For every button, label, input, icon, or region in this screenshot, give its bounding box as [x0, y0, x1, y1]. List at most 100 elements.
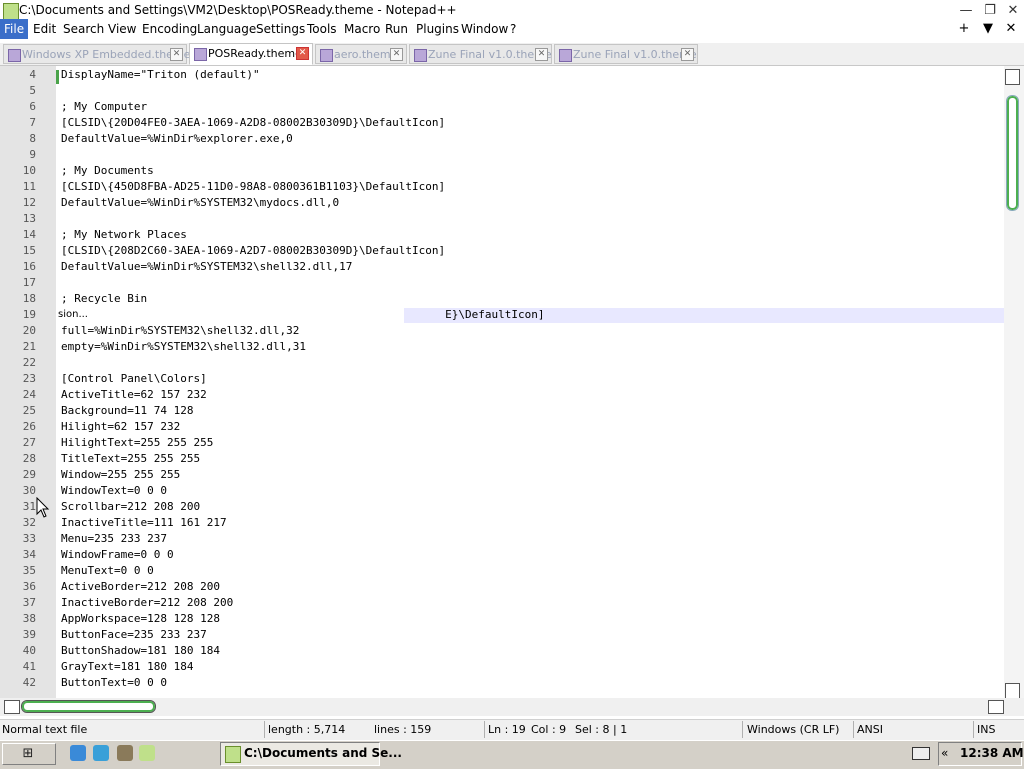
code-line[interactable]: Menu=235 233 237	[61, 532, 167, 545]
tab-windows-xp-embedded[interactable]: Windows XP Embedded.theme ✕	[3, 44, 190, 64]
code-line[interactable]: [CLSID\{208D2C60-3AEA-1069-A2D7-08002B30…	[61, 244, 445, 257]
autocomplete-popup[interactable]: sion...	[56, 308, 404, 323]
code-line[interactable]: DefaultValue=%WinDir%SYSTEM32\shell32.dl…	[61, 260, 352, 273]
code-line[interactable]: Hilight=62 157 232	[61, 420, 180, 433]
line-number: 18	[22, 292, 36, 305]
tab-zune-final-1[interactable]: Zune Final v1.0.theme ✕	[409, 44, 552, 64]
tab-close-icon[interactable]: ✕	[535, 48, 548, 61]
menu-help[interactable]: ?	[506, 19, 520, 39]
menu-tools[interactable]: Tools	[303, 19, 341, 39]
minimize-button[interactable]: —	[955, 2, 977, 20]
tab-bar: Windows XP Embedded.theme ✕ POSReady.the…	[0, 43, 1024, 66]
code-line[interactable]: full=%WinDir%SYSTEM32\shell32.dll,32	[61, 324, 299, 337]
code-line[interactable]: ; Recycle Bin	[61, 292, 147, 305]
code-line[interactable]: MenuText=0 0 0	[61, 564, 154, 577]
menu-encoding[interactable]: Encoding	[138, 19, 201, 39]
line-number: 33	[22, 532, 36, 545]
tab-close-icon[interactable]: ✕	[296, 47, 309, 60]
notepad-app-icon[interactable]	[3, 3, 19, 20]
code-line[interactable]: InactiveTitle=111 161 217	[61, 516, 227, 529]
menu-search[interactable]: Search	[59, 19, 108, 39]
menu-language[interactable]: Language	[193, 19, 260, 39]
tab-close-icon[interactable]: ✕	[681, 48, 694, 61]
code-line[interactable]: ButtonShadow=181 180 184	[61, 644, 220, 657]
code-line[interactable]: ; My Computer	[61, 100, 147, 113]
internet-explorer-icon[interactable]	[70, 745, 86, 761]
code-line[interactable]: HilightText=255 255 255	[61, 436, 213, 449]
notepadpp-icon	[225, 746, 241, 763]
tab-list-dropdown[interactable]: ▼	[979, 19, 997, 39]
windows-explorer-icon[interactable]	[117, 745, 133, 761]
code-line[interactable]: Background=11 74 128	[61, 404, 193, 417]
menu-settings[interactable]: Settings	[252, 19, 309, 39]
menu-view[interactable]: View	[104, 19, 140, 39]
code-line[interactable]: [Control Panel\Colors]	[61, 372, 207, 385]
code-line[interactable]: WindowText=0 0 0	[61, 484, 167, 497]
windows-logo-icon: ⊞	[22, 746, 34, 761]
menu-window[interactable]: Window	[457, 19, 512, 39]
menu-file[interactable]: File	[0, 19, 29, 39]
code-line[interactable]: ; My Network Places	[61, 228, 187, 241]
scroll-left-button[interactable]	[4, 700, 20, 714]
code-line[interactable]: [CLSID\{20D04FE0-3AEA-1069-A2D8-08002B30…	[61, 116, 445, 129]
code-line[interactable]: DefaultValue=%WinDir%explorer.exe,0	[61, 132, 293, 145]
code-line[interactable]: WindowFrame=0 0 0	[61, 548, 174, 561]
line-number: 20	[22, 324, 36, 337]
code-line[interactable]: DefaultValue=%WinDir%SYSTEM32\mydocs.dll…	[61, 196, 339, 209]
tab-label: Zune Final v1.0.theme	[428, 48, 552, 61]
vertical-scroll-thumb[interactable]	[1006, 95, 1019, 211]
code-line[interactable]: ButtonText=0 0 0	[61, 676, 167, 689]
tab-aero[interactable]: aero.theme ✕	[315, 44, 407, 64]
horizontal-scroll-thumb[interactable]	[21, 700, 156, 713]
code-line[interactable]: AppWorkspace=128 128 128	[61, 612, 220, 625]
menu-run[interactable]: Run	[381, 19, 412, 39]
scroll-right-button[interactable]	[988, 700, 1004, 714]
change-marker	[56, 70, 59, 84]
code-line[interactable]: ; My Documents	[61, 164, 154, 177]
clock[interactable]: 12:38 AM	[960, 746, 1024, 760]
line-number: 25	[22, 404, 36, 417]
line-number: 30	[22, 484, 36, 497]
document-icon	[320, 49, 333, 62]
autocomplete-item[interactable]: sion...	[58, 309, 88, 320]
code-line[interactable]: ButtonFace=235 233 237	[61, 628, 207, 641]
tab-close-icon[interactable]: ✕	[390, 48, 403, 61]
line-number: 29	[22, 468, 36, 481]
scroll-up-button[interactable]	[1005, 69, 1020, 85]
code-line[interactable]: ActiveTitle=62 157 232	[61, 388, 207, 401]
line-number: 26	[22, 420, 36, 433]
line-number: 31	[22, 500, 36, 513]
menu-edit[interactable]: Edit	[29, 19, 60, 39]
status-separator	[484, 721, 485, 738]
tab-posready[interactable]: POSReady.theme ✕	[189, 43, 313, 65]
code-line[interactable]: empty=%WinDir%SYSTEM32\shell32.dll,31	[61, 340, 306, 353]
keyboard-icon[interactable]	[912, 747, 930, 760]
notepadpp-quicklaunch-icon[interactable]	[139, 745, 155, 761]
tray-expand-button[interactable]: «	[941, 746, 948, 760]
tab-zune-final-2[interactable]: Zune Final v1.0.theme ✕	[554, 44, 698, 64]
outlook-express-icon[interactable]	[93, 745, 109, 761]
close-button[interactable]: ✕	[1002, 2, 1024, 20]
close-document-button[interactable]: ✕	[1002, 19, 1020, 39]
tab-close-icon[interactable]: ✕	[170, 48, 183, 61]
code-line[interactable]: GrayText=181 180 184	[61, 660, 193, 673]
document-icon	[194, 48, 207, 61]
code-line[interactable]: DisplayName="Triton (default)"	[61, 68, 260, 81]
scroll-down-button[interactable]	[1005, 683, 1020, 699]
restore-button[interactable]: ❐	[979, 2, 1001, 20]
line-number: 41	[22, 660, 36, 673]
line-number: 5	[29, 84, 36, 97]
text-editor[interactable]: 4 DisplayName="Triton (default)" 5 6 ; My Co…	[0, 66, 1004, 698]
code-line[interactable]: [CLSID\{450D8FBA-AD25-11D0-98A8-0800361B…	[61, 180, 445, 193]
menu-plugins[interactable]: Plugins	[412, 19, 463, 39]
add-tab-button[interactable]: +	[955, 19, 973, 39]
status-bar: Normal text file length : 5,714 lines : …	[0, 719, 1024, 740]
status-selection: Sel : 8 | 1	[575, 723, 628, 736]
code-line[interactable]: Window=255 255 255	[61, 468, 180, 481]
code-line[interactable]: TitleText=255 255 255	[61, 452, 200, 465]
menu-macro[interactable]: Macro	[340, 19, 384, 39]
code-line[interactable]: ActiveBorder=212 208 200	[61, 580, 220, 593]
code-line[interactable]: InactiveBorder=212 208 200	[61, 596, 233, 609]
tab-label: Zune Final v1.0.theme	[573, 48, 697, 61]
code-line[interactable]: Scrollbar=212 208 200	[61, 500, 200, 513]
